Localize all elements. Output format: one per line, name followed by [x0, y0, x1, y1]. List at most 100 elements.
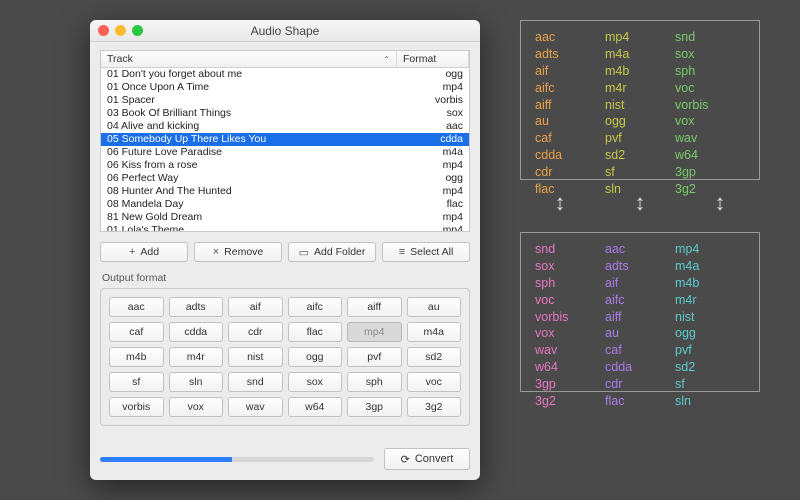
- column-track[interactable]: Track ⌃: [101, 51, 397, 67]
- table-row[interactable]: 01 Lola's Thememp4: [101, 224, 469, 231]
- format-option-flac[interactable]: flac: [288, 322, 343, 342]
- panel-token: cdr: [535, 164, 605, 181]
- format-option-caf[interactable]: caf: [109, 322, 164, 342]
- panel-token: 3g2: [535, 393, 605, 410]
- format-option-aifc[interactable]: aifc: [288, 297, 343, 317]
- format-option-voc[interactable]: voc: [407, 372, 462, 392]
- format-option-sph[interactable]: sph: [347, 372, 402, 392]
- panel-token: snd: [535, 241, 605, 258]
- add-label: Add: [140, 246, 159, 258]
- panel-token: aiff: [535, 97, 605, 114]
- table-row[interactable]: 06 Kiss from a rosemp4: [101, 159, 469, 172]
- panel-token: pvf: [675, 342, 745, 359]
- panel-token: sf: [605, 164, 675, 181]
- format-option-w64[interactable]: w64: [288, 397, 343, 417]
- select-all-button[interactable]: ≡ Select All: [382, 242, 470, 262]
- convert-label: Convert: [415, 453, 454, 465]
- panel-token: adts: [605, 258, 675, 275]
- panel-token: flac: [605, 393, 675, 410]
- panel-token: vorbis: [535, 309, 605, 326]
- progress-bar: [100, 457, 374, 462]
- table-row[interactable]: 81 New Gold Dreammp4: [101, 211, 469, 224]
- format-option-cdda[interactable]: cdda: [169, 322, 224, 342]
- table-row[interactable]: 01 Once Upon A Timemp4: [101, 81, 469, 94]
- table-body[interactable]: 01 Don't you forget about meogg01 Once U…: [101, 68, 469, 231]
- updown-arrow-icon: ↕: [635, 190, 646, 216]
- format-cell: mp4: [397, 211, 469, 224]
- format-option-wav[interactable]: wav: [228, 397, 283, 417]
- format-option-cdr[interactable]: cdr: [228, 322, 283, 342]
- folder-icon: ▭: [299, 246, 309, 259]
- format-option-vox[interactable]: vox: [169, 397, 224, 417]
- format-option-sox[interactable]: sox: [288, 372, 343, 392]
- panel-token: mp4: [605, 29, 675, 46]
- output-format-box: aacadtsaifaifcaiffau cafcddacdrflacmp4m4a…: [100, 288, 470, 426]
- table-row[interactable]: 06 Perfect Wayogg: [101, 172, 469, 185]
- track-cell: 01 Spacer: [101, 94, 397, 107]
- format-panel-top: aacadtsaifaifcaiffaucafcddacdrflacmp4m4a…: [520, 20, 760, 180]
- format-option-sln[interactable]: sln: [169, 372, 224, 392]
- track-cell: 06 Perfect Way: [101, 172, 397, 185]
- format-option-snd[interactable]: snd: [228, 372, 283, 392]
- track-cell: 08 Mandela Day: [101, 198, 397, 211]
- table-header[interactable]: Track ⌃ Format: [101, 51, 469, 68]
- format-option-sd2[interactable]: sd2: [407, 347, 462, 367]
- app-window: Audio Shape Track ⌃ Format 01 Don't you …: [90, 20, 480, 480]
- table-row[interactable]: 05 Somebody Up There Likes Youcdda: [101, 133, 469, 146]
- column-format-label: Format: [403, 53, 436, 65]
- remove-button[interactable]: × Remove: [194, 242, 282, 262]
- track-cell: 01 Lola's Theme: [101, 224, 397, 231]
- x-icon: ×: [213, 246, 219, 258]
- track-cell: 06 Kiss from a rose: [101, 159, 397, 172]
- table-row[interactable]: 01 Don't you forget about meogg: [101, 68, 469, 81]
- titlebar[interactable]: Audio Shape: [90, 20, 480, 42]
- panel-token: w64: [535, 359, 605, 376]
- format-option-m4r[interactable]: m4r: [169, 347, 224, 367]
- format-option-3gp[interactable]: 3gp: [347, 397, 402, 417]
- track-cell: 01 Once Upon A Time: [101, 81, 397, 94]
- column-format[interactable]: Format: [397, 51, 469, 67]
- panel-token: m4a: [675, 258, 745, 275]
- track-cell: 81 New Gold Dream: [101, 211, 397, 224]
- format-option-m4a[interactable]: m4a: [407, 322, 462, 342]
- format-option-m4b[interactable]: m4b: [109, 347, 164, 367]
- table-row[interactable]: 08 Hunter And The Huntedmp4: [101, 185, 469, 198]
- table-row[interactable]: 08 Mandela Dayflac: [101, 198, 469, 211]
- panel-token: sox: [535, 258, 605, 275]
- panel-token: ogg: [675, 325, 745, 342]
- format-option-pvf[interactable]: pvf: [347, 347, 402, 367]
- table-row[interactable]: 06 Future Love Paradisem4a: [101, 146, 469, 159]
- format-option-sf[interactable]: sf: [109, 372, 164, 392]
- format-option-aif[interactable]: aif: [228, 297, 283, 317]
- panel-token: sf: [675, 376, 745, 393]
- panel-token: wav: [675, 130, 745, 147]
- panel-token: m4b: [675, 275, 745, 292]
- add-folder-button[interactable]: ▭ Add Folder: [288, 242, 376, 262]
- format-option-3g2[interactable]: 3g2: [407, 397, 462, 417]
- format-option-nist[interactable]: nist: [228, 347, 283, 367]
- convert-button[interactable]: ⟳ Convert: [384, 448, 470, 470]
- refresh-icon: ⟳: [401, 453, 410, 466]
- format-option-aac[interactable]: aac: [109, 297, 164, 317]
- add-button[interactable]: + Add: [100, 242, 188, 262]
- format-option-vorbis[interactable]: vorbis: [109, 397, 164, 417]
- format-option-aiff[interactable]: aiff: [347, 297, 402, 317]
- format-option-ogg[interactable]: ogg: [288, 347, 343, 367]
- track-table[interactable]: Track ⌃ Format 01 Don't you forget about…: [100, 50, 470, 232]
- panel-token: voc: [675, 80, 745, 97]
- panel-token: m4r: [605, 80, 675, 97]
- remove-label: Remove: [224, 246, 263, 258]
- panel-token: caf: [535, 130, 605, 147]
- window-content: Track ⌃ Format 01 Don't you forget about…: [90, 42, 480, 480]
- panel-token: adts: [535, 46, 605, 63]
- format-cell: sox: [397, 107, 469, 120]
- format-option-au[interactable]: au: [407, 297, 462, 317]
- panel-token: sph: [675, 63, 745, 80]
- table-row[interactable]: 04 Alive and kickingaac: [101, 120, 469, 133]
- format-option-adts[interactable]: adts: [169, 297, 224, 317]
- table-row[interactable]: 01 Spacervorbis: [101, 94, 469, 107]
- format-option-mp4[interactable]: mp4: [347, 322, 402, 342]
- table-row[interactable]: 03 Book Of Brilliant Thingssox: [101, 107, 469, 120]
- panel-token: vox: [535, 325, 605, 342]
- format-cell: flac: [397, 198, 469, 211]
